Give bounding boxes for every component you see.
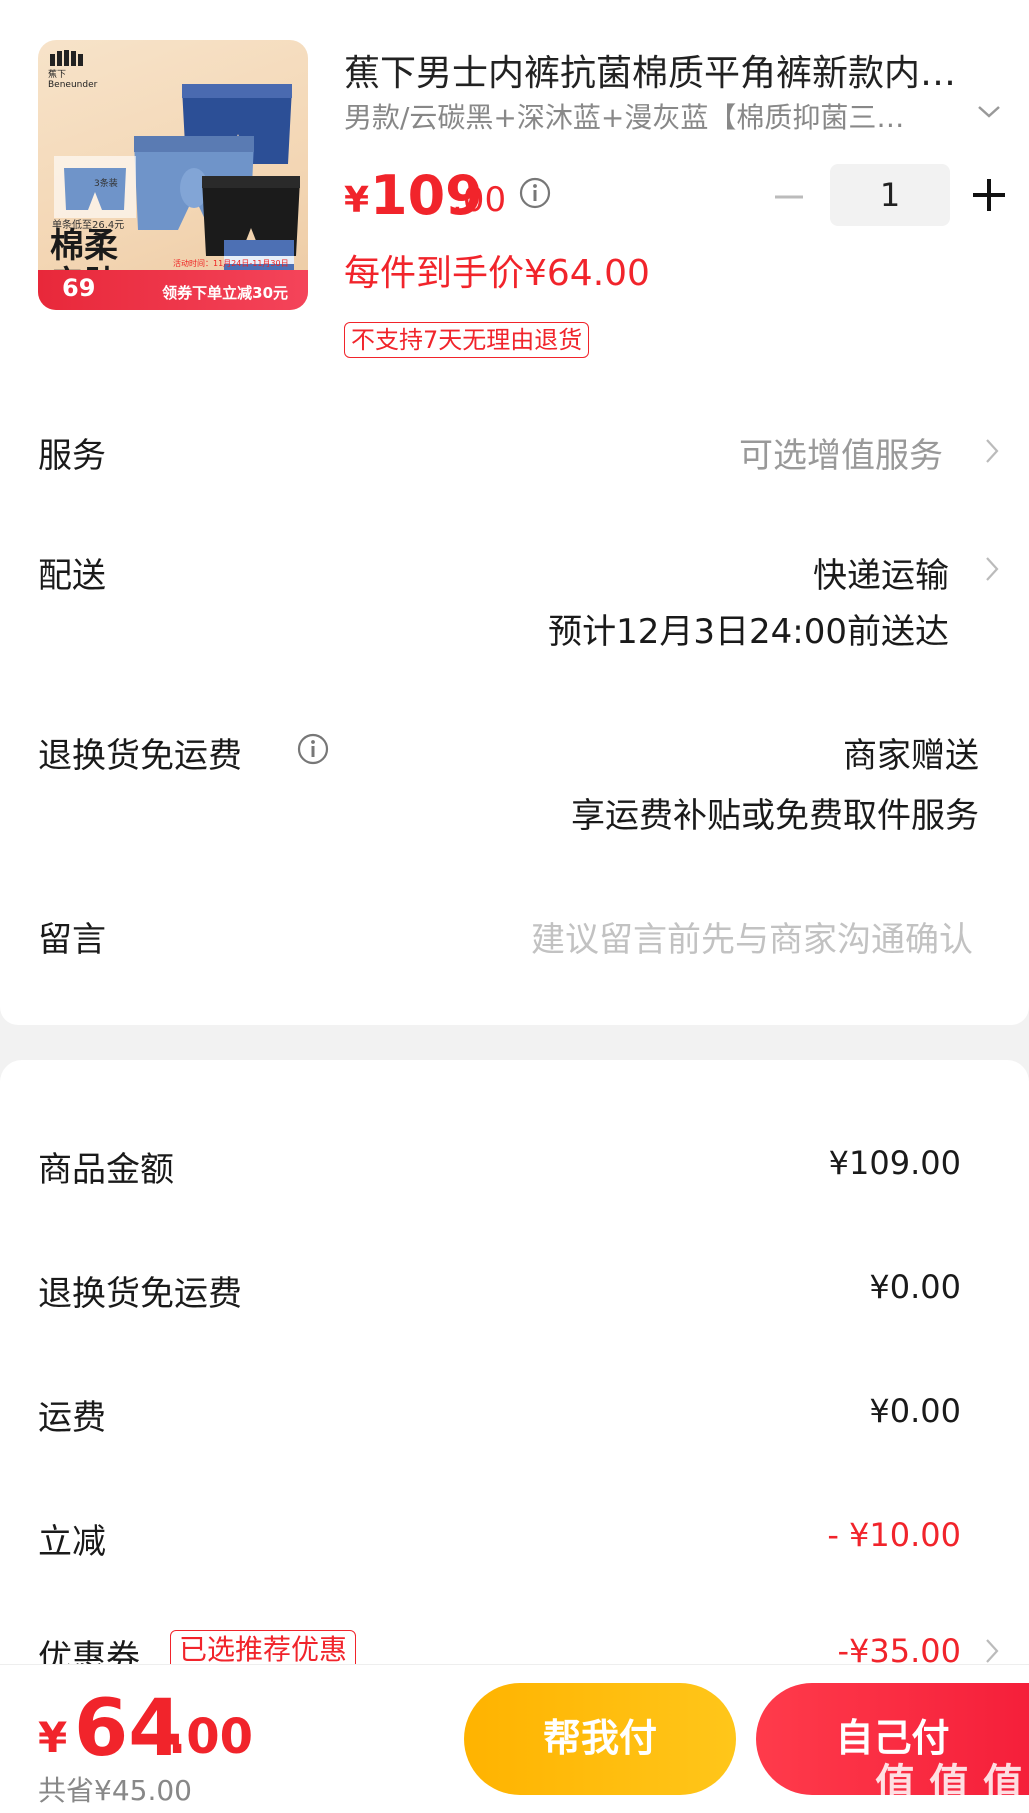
product-title[interactable]: 蕉下男士内裤抗菌棉质平角裤新款内… [344,44,1004,96]
goods-amount-value: ¥109.00 [828,1144,961,1182]
promo-price: 69 [62,274,96,302]
delivery-method[interactable]: 快递运输 [813,548,949,597]
promo-text: 领券下单立减30元 [162,284,288,302]
brand-logo-icon [50,50,83,66]
discount-label: 立减 [38,1522,106,1562]
total-saved: 共省¥45.00 [38,1774,192,1807]
product-sku[interactable]: 男款/云碳黑+深沐蓝+漫灰蓝【棉质抑菌三… [344,96,954,136]
chevron-right-icon[interactable] [984,554,1000,584]
message-label: 留言 [38,920,106,960]
brand-name: 蕉下 Beneunder [48,70,98,90]
product-thumbnail[interactable]: 蕉下 Beneunder 3条装 单条低至26.4元 棉柔 亲肤 活动时间：11… [38,40,308,310]
thumbnail-headline-1: 棉柔 [50,226,118,266]
chevron-down-icon[interactable] [976,104,1002,120]
return-fee-label: 退换货免运费 [38,736,242,776]
promo-date: 活动时间：11月24日-11月30日 [173,259,289,268]
service-value[interactable]: 可选增值服务 [739,428,943,477]
price-currency: ¥ [344,180,370,221]
delivery-eta: 预计12月3日24:00前送达 [548,612,949,652]
promo-banner: 活动时间：11月24日-11月30日 69 领券下单立减30元 [38,259,308,310]
quantity-minus-button[interactable] [772,180,806,214]
per-item-price: 每件到手价¥64.00 [344,253,650,294]
total-currency: ¥ [38,1713,68,1762]
quantity-field[interactable]: 1 [830,164,950,226]
help-me-pay-button[interactable]: 帮我付 [464,1683,736,1795]
info-icon[interactable] [296,732,330,766]
total-decimal: .00 [168,1709,254,1765]
service-label: 服务 [38,436,106,476]
no-return-badge: 不支持7天无理由退货 [344,322,590,358]
return-fee-value: 商家赠送 [843,736,979,776]
return-fee-total-value: ¥0.00 [869,1268,961,1306]
info-icon[interactable] [518,176,552,210]
quantity-plus-button[interactable] [970,176,1008,214]
return-fee-desc: 享运费补贴或免费取件服务 [571,796,979,836]
watermark-sub: zhizhizhi.com [912,1794,1021,1813]
delivery-label: 配送 [38,556,106,596]
bundle-label: 3条装 [94,179,118,189]
message-input[interactable]: 建议留言前先与商家沟通确认 [531,912,973,961]
price-decimal: .00 [452,180,507,220]
shipping-value: ¥0.00 [869,1392,961,1430]
total-integer: 64 [74,1684,183,1774]
chevron-right-icon[interactable] [984,436,1000,466]
discount-value: - ¥10.00 [827,1516,961,1554]
goods-amount-label: 商品金额 [38,1150,174,1190]
checkout-bar: ¥ 64 .00 共省¥45.00 帮我付 自己付 值 值 值 zhizhizh… [0,1664,1029,1813]
order-top-card: 蕉下 Beneunder 3条装 单条低至26.4元 棉柔 亲肤 活动时间：11… [0,0,1029,1025]
chevron-right-icon[interactable] [984,1636,1000,1666]
return-fee-total-label: 退换货免运费 [38,1274,242,1314]
shipping-label: 运费 [38,1398,106,1438]
